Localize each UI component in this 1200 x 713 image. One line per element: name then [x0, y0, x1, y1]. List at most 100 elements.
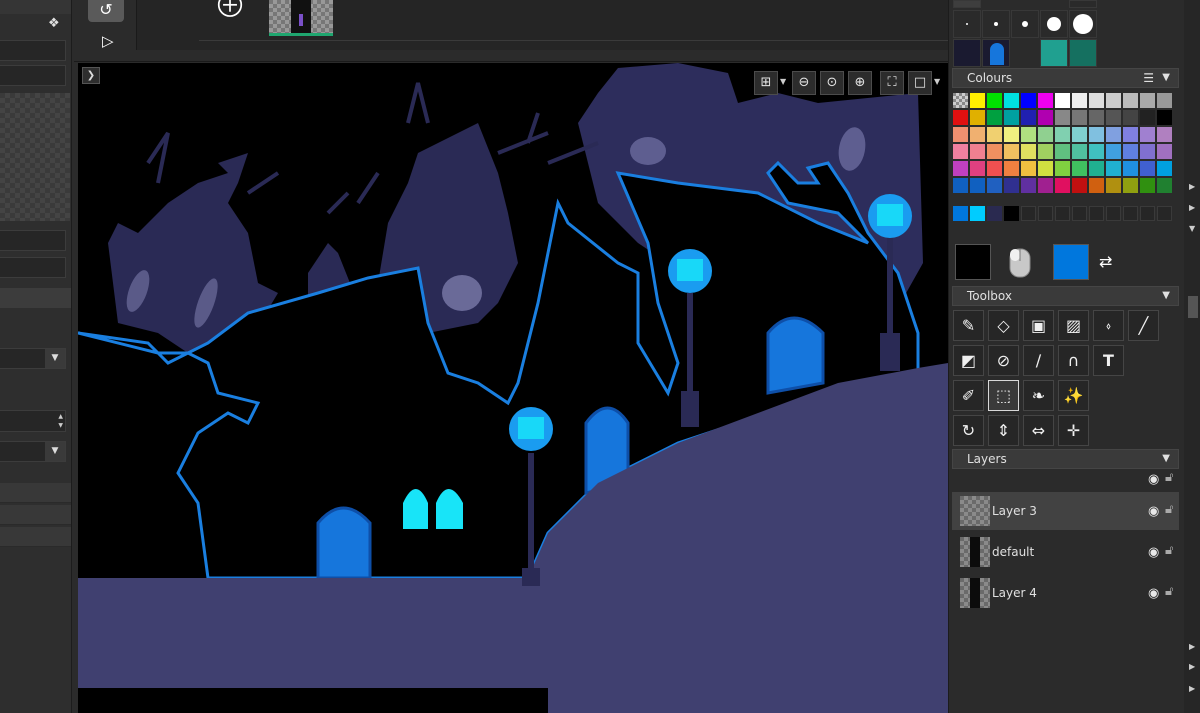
recent-colour-swatch[interactable]	[1055, 206, 1070, 221]
palette-swatch[interactable]	[1157, 161, 1172, 176]
palette-swatch[interactable]	[987, 127, 1002, 142]
recent-colour-swatch[interactable]	[987, 206, 1002, 221]
pencil-tool[interactable]: ✎	[953, 310, 984, 341]
play-button[interactable]: ▷	[102, 32, 114, 50]
eraser-tool[interactable]: ◇	[988, 310, 1019, 341]
frame-thumbnail[interactable]	[269, 0, 333, 36]
layer-row[interactable]: Layer 4 ◉ 🔓︎	[952, 574, 1179, 612]
chevron-down-icon[interactable]: ▼	[1189, 224, 1195, 233]
recent-colour-swatch[interactable]	[1004, 206, 1019, 221]
palette-swatch[interactable]	[1038, 93, 1053, 108]
palette-swatch[interactable]	[1055, 127, 1070, 142]
grid-toggle-button[interactable]: ⊞	[754, 71, 778, 95]
recent-colour-swatch[interactable]	[1072, 206, 1087, 221]
brush-size-4[interactable]	[1040, 10, 1068, 38]
line-tool[interactable]: ╱	[1128, 310, 1159, 341]
eye-icon[interactable]: ◉	[1148, 586, 1159, 601]
zoom-in-button[interactable]: ⊕	[848, 71, 872, 95]
palette-swatch[interactable]	[987, 161, 1002, 176]
palette-swatch[interactable]	[1140, 161, 1155, 176]
palette-swatch[interactable]	[1157, 110, 1172, 125]
toolbox-panel-header[interactable]: Toolbox ▼	[952, 286, 1179, 306]
tag-icon[interactable]: ❖	[48, 16, 64, 32]
circle-tool[interactable]: ⊘	[988, 345, 1019, 376]
property-field-2[interactable]	[0, 65, 66, 86]
lock-icon[interactable]: 🔓︎	[1165, 502, 1173, 517]
palette-swatch[interactable]	[1038, 127, 1053, 142]
palette-swatch[interactable]	[1123, 127, 1138, 142]
palette-swatch[interactable]	[1072, 127, 1087, 142]
loop-button[interactable]: ↺	[88, 0, 124, 22]
drawing-canvas[interactable]	[78, 63, 948, 713]
palette-swatch[interactable]	[970, 161, 985, 176]
curve-tool[interactable]: ∩	[1058, 345, 1089, 376]
custom-brush-1[interactable]	[953, 39, 981, 67]
custom-brush-4[interactable]	[1069, 39, 1097, 67]
palette-swatch[interactable]	[1123, 144, 1138, 159]
property-row-3[interactable]	[0, 527, 71, 547]
property-row-2[interactable]	[0, 505, 71, 525]
recent-colour-swatch[interactable]	[1157, 206, 1172, 221]
custom-brush-2[interactable]	[982, 39, 1010, 67]
menu-icon[interactable]: ☰	[1143, 69, 1154, 87]
recent-colour-swatch[interactable]	[1106, 206, 1121, 221]
palette-swatch[interactable]	[1123, 178, 1138, 193]
palette-swatch[interactable]	[970, 93, 985, 108]
spin-down-icon[interactable]: ▼	[58, 422, 63, 429]
spin-up-icon[interactable]: ▲	[58, 413, 63, 420]
select-add-tool[interactable]: ▣	[1023, 310, 1054, 341]
lock-icon[interactable]: 🔓︎	[1165, 470, 1173, 485]
palette-swatch[interactable]	[987, 93, 1002, 108]
lasso-tool[interactable]: ❧	[1023, 380, 1054, 411]
move-tool[interactable]: ✛	[1058, 415, 1089, 446]
chevron-down-icon[interactable]: ▼	[1162, 287, 1170, 305]
palette-swatch[interactable]	[1021, 161, 1036, 176]
palette-swatch[interactable]	[1038, 144, 1053, 159]
palette-swatch[interactable]	[1140, 178, 1155, 193]
palette-swatch[interactable]	[1038, 110, 1053, 125]
layers-panel-header[interactable]: Layers ▼	[952, 449, 1179, 469]
frame-mode-button[interactable]: □	[908, 71, 932, 95]
palette-swatch[interactable]	[953, 127, 968, 142]
select-sub-tool[interactable]: ▨	[1058, 310, 1089, 341]
palette-swatch[interactable]	[1106, 144, 1121, 159]
recent-colour-swatch[interactable]	[1140, 206, 1155, 221]
layer-type-dropdown[interactable]: ▼	[0, 441, 66, 462]
palette-swatch[interactable]	[1021, 110, 1036, 125]
palette-swatch[interactable]	[1021, 93, 1036, 108]
brush-preset[interactable]	[953, 0, 981, 8]
custom-brush-3[interactable]	[1040, 39, 1068, 67]
palette-swatch[interactable]	[1004, 93, 1019, 108]
palette-swatch[interactable]	[1004, 178, 1019, 193]
dock-scrollbar[interactable]: ▶ ▶ ▼ ▶ ▶ ▶	[1184, 0, 1200, 713]
recent-colour-swatch[interactable]	[1123, 206, 1138, 221]
eye-icon[interactable]: ◉	[1148, 504, 1159, 519]
recent-colour-swatch[interactable]	[970, 206, 985, 221]
chevron-down-icon[interactable]: ▼	[1162, 450, 1170, 468]
palette-swatch[interactable]	[987, 178, 1002, 193]
palette-swatch[interactable]	[1004, 161, 1019, 176]
palette-swatch[interactable]	[970, 178, 985, 193]
chevron-right-icon[interactable]: ▶	[1189, 182, 1195, 191]
lock-icon[interactable]: 🔓︎	[1165, 584, 1173, 599]
primary-colour-swatch[interactable]	[955, 244, 991, 280]
palette-swatch[interactable]	[1055, 161, 1070, 176]
property-field-3[interactable]	[0, 230, 66, 251]
secondary-colour-swatch[interactable]	[1053, 244, 1089, 280]
no-draw-tool[interactable]: ∕	[1023, 345, 1054, 376]
palette-swatch[interactable]	[1004, 127, 1019, 142]
palette-swatch[interactable]	[1072, 144, 1087, 159]
recent-colour-swatch[interactable]	[953, 206, 968, 221]
palette-swatch[interactable]	[953, 110, 968, 125]
palette-swatch[interactable]	[1072, 110, 1087, 125]
palette-swatch[interactable]	[1038, 161, 1053, 176]
chevron-down-icon[interactable]: ▼	[780, 77, 786, 86]
lock-icon[interactable]: 🔓︎	[1165, 543, 1173, 558]
eye-icon[interactable]: ◉	[1148, 472, 1159, 487]
palette-swatch[interactable]	[953, 161, 968, 176]
palette-swatch[interactable]	[987, 110, 1002, 125]
rotate-tool[interactable]: ↻	[953, 415, 984, 446]
layer-row[interactable]: Layer 3 ◉ 🔓︎	[952, 492, 1179, 530]
palette-swatch[interactable]	[1157, 178, 1172, 193]
palette-swatch[interactable]	[953, 93, 968, 108]
